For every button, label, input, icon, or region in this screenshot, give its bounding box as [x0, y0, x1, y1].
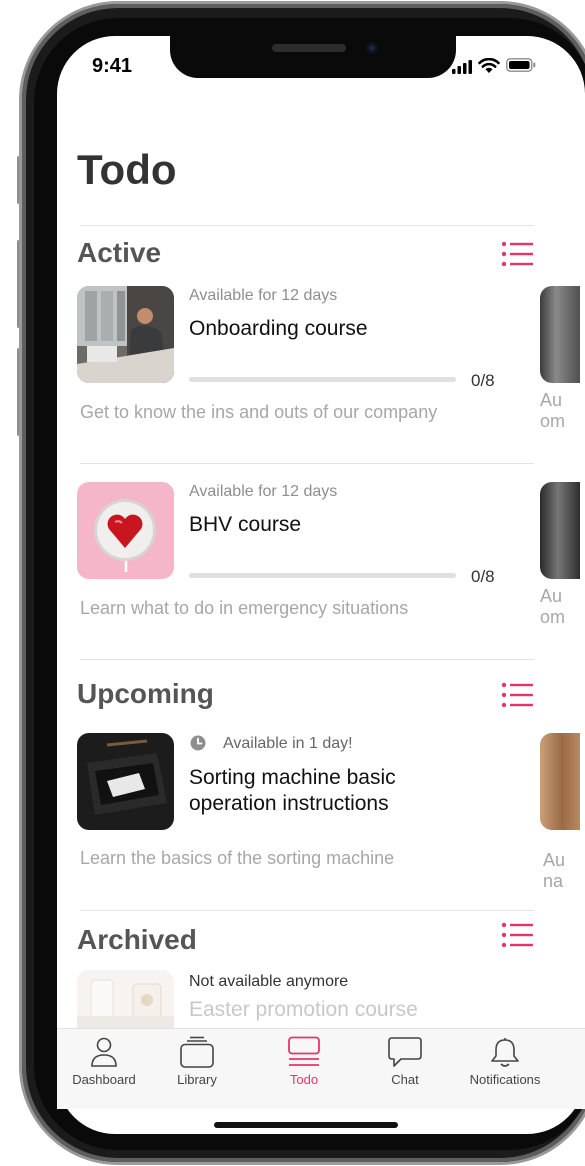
availability-text: Available for 12 days: [189, 483, 338, 500]
tab-todo[interactable]: Todo: [254, 1036, 354, 1087]
tab-label: Todo: [289, 1072, 319, 1087]
tab-dashboard[interactable]: Dashboard: [54, 1036, 154, 1087]
sorting-machine-image: [77, 733, 174, 830]
tab-label: Library: [177, 1072, 217, 1087]
peek-card-text: Au na: [543, 850, 566, 891]
tab-label: Chat: [391, 1072, 419, 1087]
peek-card-thumbnail[interactable]: [540, 286, 580, 383]
status-time: 9:41: [92, 55, 133, 77]
peek-card-text: Au om: [540, 586, 566, 627]
progress-count: 0/8: [471, 371, 495, 390]
archived-text: Not available anymore: [189, 973, 349, 990]
course-title: BHV course: [189, 513, 302, 536]
library-icon: [180, 1036, 214, 1068]
course-thumbnail-onboarding: [77, 286, 174, 383]
notch: [170, 36, 456, 78]
signal-icon: [452, 60, 472, 74]
course-thumbnail-sorting-machine: [77, 733, 174, 830]
tab-chat[interactable]: Chat: [355, 1036, 455, 1087]
progress-count: 0/8: [471, 567, 495, 586]
availability-text: Available for 12 days: [189, 287, 338, 304]
tab-label: Notifications: [469, 1072, 541, 1087]
clock-icon: [190, 735, 206, 751]
heart-lollipop-image: [77, 482, 174, 579]
progress-bar: [189, 573, 456, 578]
section-divider: [80, 910, 534, 911]
home-indicator[interactable]: [214, 1122, 398, 1128]
course-title: Easter promotion course: [189, 998, 418, 1021]
course-thumbnail-bhv: [77, 482, 174, 579]
title-divider: [80, 225, 534, 226]
list-view-icon[interactable]: [501, 682, 533, 708]
front-camera: [366, 42, 378, 54]
tab-label: Dashboard: [72, 1072, 136, 1087]
availability-text: Available in 1 day!: [223, 735, 353, 752]
list-view-icon[interactable]: [501, 922, 533, 948]
tab-library[interactable]: Library: [147, 1036, 247, 1087]
course-description: Learn what to do in emergency situations: [80, 598, 409, 618]
section-title-archived: Archived: [77, 924, 197, 955]
section-title-active: Active: [77, 237, 162, 268]
page-title: Todo: [77, 146, 177, 193]
office-man-image: [77, 286, 174, 383]
course-divider: [80, 463, 534, 464]
speaker: [272, 44, 346, 52]
chat-icon: [388, 1037, 422, 1067]
course-title-line1: Sorting machine basic: [189, 766, 396, 789]
peek-card-thumbnail[interactable]: [540, 482, 580, 579]
wifi-icon: [478, 58, 500, 73]
section-divider: [80, 659, 534, 660]
course-title-line2: operation instructions: [189, 792, 389, 815]
progress-bar: [189, 377, 456, 382]
bell-icon: [491, 1038, 519, 1067]
section-title-upcoming: Upcoming: [77, 678, 214, 709]
course-description: Get to know the ins and outs of our comp…: [80, 402, 438, 422]
course-description: Learn the basics of the sorting machine: [80, 848, 395, 868]
peek-card-text: Au om: [540, 390, 566, 431]
course-title: Onboarding course: [189, 317, 368, 340]
todo-icon: [288, 1036, 320, 1066]
tab-notifications[interactable]: Notifications: [455, 1036, 555, 1087]
person-icon: [91, 1037, 117, 1067]
battery-icon: [506, 58, 536, 72]
list-view-icon[interactable]: [501, 241, 533, 267]
peek-card-thumbnail[interactable]: [540, 733, 580, 830]
